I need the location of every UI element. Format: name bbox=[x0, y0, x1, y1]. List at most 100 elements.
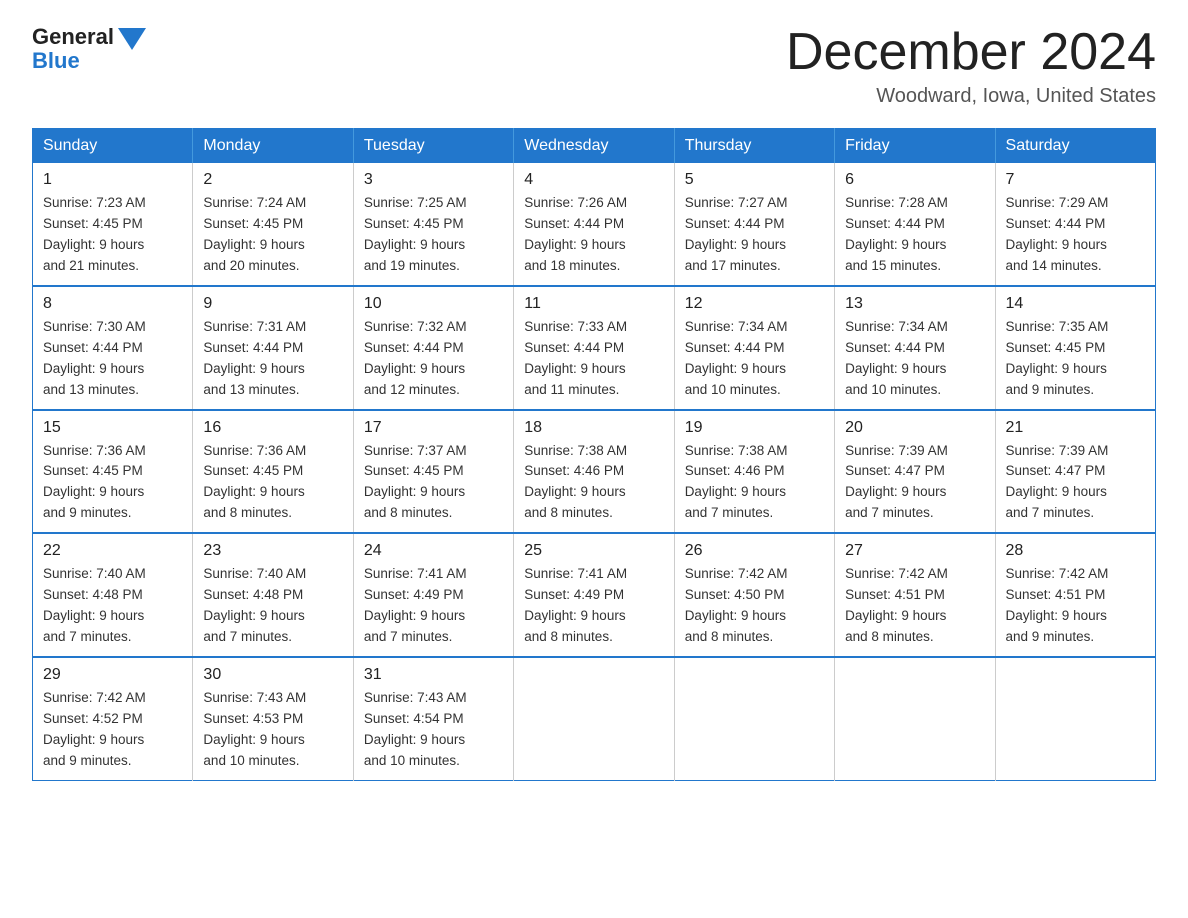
day-number: 25 bbox=[524, 542, 663, 560]
calendar-header-row: SundayMondayTuesdayWednesdayThursdayFrid… bbox=[33, 129, 1156, 164]
calendar-cell: 15 Sunrise: 7:36 AMSunset: 4:45 PMDayligh… bbox=[33, 410, 193, 534]
day-info: Sunrise: 7:27 AMSunset: 4:44 PMDaylight:… bbox=[685, 195, 788, 273]
day-number: 4 bbox=[524, 171, 663, 189]
calendar-cell: 16 Sunrise: 7:36 AMSunset: 4:45 PMDayligh… bbox=[193, 410, 353, 534]
day-info: Sunrise: 7:40 AMSunset: 4:48 PMDaylight:… bbox=[203, 566, 306, 644]
day-number: 2 bbox=[203, 171, 342, 189]
day-info: Sunrise: 7:41 AMSunset: 4:49 PMDaylight:… bbox=[364, 566, 467, 644]
calendar-week-row: 29 Sunrise: 7:42 AMSunset: 4:52 PMDayligh… bbox=[33, 657, 1156, 780]
day-info: Sunrise: 7:24 AMSunset: 4:45 PMDaylight:… bbox=[203, 195, 306, 273]
day-info: Sunrise: 7:39 AMSunset: 4:47 PMDaylight:… bbox=[845, 443, 948, 521]
calendar-cell: 23 Sunrise: 7:40 AMSunset: 4:48 PMDayligh… bbox=[193, 533, 353, 657]
logo-triangle-icon bbox=[118, 28, 146, 50]
day-info: Sunrise: 7:31 AMSunset: 4:44 PMDaylight:… bbox=[203, 319, 306, 397]
calendar-cell: 25Sunrise: 7:41 AMSunset: 4:49 PMDayligh… bbox=[514, 533, 674, 657]
calendar-cell: 12Sunrise: 7:34 AMSunset: 4:44 PMDayligh… bbox=[674, 286, 834, 410]
calendar-cell bbox=[514, 657, 674, 780]
col-header-friday: Friday bbox=[835, 129, 995, 164]
day-number: 22 bbox=[43, 542, 182, 560]
day-info: Sunrise: 7:42 AMSunset: 4:51 PMDaylight:… bbox=[1006, 566, 1109, 644]
logo-blue-text: Blue bbox=[32, 48, 80, 74]
day-number: 5 bbox=[685, 171, 824, 189]
col-header-thursday: Thursday bbox=[674, 129, 834, 164]
day-info: Sunrise: 7:37 AMSunset: 4:45 PMDaylight:… bbox=[364, 443, 467, 521]
day-info: Sunrise: 7:42 AMSunset: 4:51 PMDaylight:… bbox=[845, 566, 948, 644]
day-number: 31 bbox=[364, 666, 503, 684]
day-number: 10 bbox=[364, 295, 503, 313]
calendar-cell: 18Sunrise: 7:38 AMSunset: 4:46 PMDayligh… bbox=[514, 410, 674, 534]
month-title: December 2024 bbox=[786, 24, 1156, 81]
calendar-cell: 24Sunrise: 7:41 AMSunset: 4:49 PMDayligh… bbox=[353, 533, 513, 657]
calendar-cell: 4Sunrise: 7:26 AMSunset: 4:44 PMDaylight… bbox=[514, 163, 674, 286]
day-number: 17 bbox=[364, 419, 503, 437]
calendar-week-row: 1Sunrise: 7:23 AMSunset: 4:45 PMDaylight… bbox=[33, 163, 1156, 286]
day-info: Sunrise: 7:33 AMSunset: 4:44 PMDaylight:… bbox=[524, 319, 627, 397]
col-header-sunday: Sunday bbox=[33, 129, 193, 164]
calendar-cell: 22 Sunrise: 7:40 AMSunset: 4:48 PMDayligh… bbox=[33, 533, 193, 657]
day-number: 28 bbox=[1006, 542, 1145, 560]
day-number: 11 bbox=[524, 295, 663, 313]
page-header: General Blue December 2024 Woodward, Iow… bbox=[32, 24, 1156, 108]
calendar-cell: 27 Sunrise: 7:42 AMSunset: 4:51 PMDayligh… bbox=[835, 533, 995, 657]
title-block: December 2024 Woodward, Iowa, United Sta… bbox=[786, 24, 1156, 108]
col-header-saturday: Saturday bbox=[995, 129, 1155, 164]
day-info: Sunrise: 7:36 AMSunset: 4:45 PMDaylight:… bbox=[43, 443, 146, 521]
calendar-cell: 7Sunrise: 7:29 AMSunset: 4:44 PMDaylight… bbox=[995, 163, 1155, 286]
day-info: Sunrise: 7:39 AMSunset: 4:47 PMDaylight:… bbox=[1006, 443, 1109, 521]
calendar-cell: 21 Sunrise: 7:39 AMSunset: 4:47 PMDayligh… bbox=[995, 410, 1155, 534]
logo-general-text: General bbox=[32, 24, 114, 50]
day-info: Sunrise: 7:30 AMSunset: 4:44 PMDaylight:… bbox=[43, 319, 146, 397]
day-info: Sunrise: 7:29 AMSunset: 4:44 PMDaylight:… bbox=[1006, 195, 1109, 273]
day-number: 21 bbox=[1006, 419, 1145, 437]
calendar-cell: 11 Sunrise: 7:33 AMSunset: 4:44 PMDayligh… bbox=[514, 286, 674, 410]
day-number: 26 bbox=[685, 542, 824, 560]
day-info: Sunrise: 7:32 AMSunset: 4:44 PMDaylight:… bbox=[364, 319, 467, 397]
calendar-cell: 14 Sunrise: 7:35 AMSunset: 4:45 PMDayligh… bbox=[995, 286, 1155, 410]
day-info: Sunrise: 7:25 AMSunset: 4:45 PMDaylight:… bbox=[364, 195, 467, 273]
day-number: 15 bbox=[43, 419, 182, 437]
calendar-cell: 2 Sunrise: 7:24 AMSunset: 4:45 PMDaylight… bbox=[193, 163, 353, 286]
calendar-cell: 20Sunrise: 7:39 AMSunset: 4:47 PMDayligh… bbox=[835, 410, 995, 534]
day-number: 16 bbox=[203, 419, 342, 437]
day-info: Sunrise: 7:42 AMSunset: 4:52 PMDaylight:… bbox=[43, 690, 146, 768]
calendar-cell: 9 Sunrise: 7:31 AMSunset: 4:44 PMDaylight… bbox=[193, 286, 353, 410]
calendar-cell: 13Sunrise: 7:34 AMSunset: 4:44 PMDayligh… bbox=[835, 286, 995, 410]
day-number: 19 bbox=[685, 419, 824, 437]
day-info: Sunrise: 7:35 AMSunset: 4:45 PMDaylight:… bbox=[1006, 319, 1109, 397]
calendar-cell bbox=[835, 657, 995, 780]
day-number: 29 bbox=[43, 666, 182, 684]
col-header-tuesday: Tuesday bbox=[353, 129, 513, 164]
day-info: Sunrise: 7:36 AMSunset: 4:45 PMDaylight:… bbox=[203, 443, 306, 521]
day-number: 6 bbox=[845, 171, 984, 189]
calendar-week-row: 22 Sunrise: 7:40 AMSunset: 4:48 PMDayligh… bbox=[33, 533, 1156, 657]
calendar-cell bbox=[995, 657, 1155, 780]
day-number: 30 bbox=[203, 666, 342, 684]
day-number: 9 bbox=[203, 295, 342, 313]
day-info: Sunrise: 7:28 AMSunset: 4:44 PMDaylight:… bbox=[845, 195, 948, 273]
day-info: Sunrise: 7:34 AMSunset: 4:44 PMDaylight:… bbox=[845, 319, 948, 397]
location-label: Woodward, Iowa, United States bbox=[786, 85, 1156, 108]
calendar-cell: 5 Sunrise: 7:27 AMSunset: 4:44 PMDaylight… bbox=[674, 163, 834, 286]
day-info: Sunrise: 7:38 AMSunset: 4:46 PMDaylight:… bbox=[685, 443, 788, 521]
calendar-cell: 30Sunrise: 7:43 AMSunset: 4:53 PMDayligh… bbox=[193, 657, 353, 780]
calendar-cell: 31Sunrise: 7:43 AMSunset: 4:54 PMDayligh… bbox=[353, 657, 513, 780]
calendar-week-row: 15 Sunrise: 7:36 AMSunset: 4:45 PMDayligh… bbox=[33, 410, 1156, 534]
day-number: 27 bbox=[845, 542, 984, 560]
day-number: 14 bbox=[1006, 295, 1145, 313]
logo: General Blue bbox=[32, 24, 146, 74]
calendar-week-row: 8 Sunrise: 7:30 AMSunset: 4:44 PMDaylight… bbox=[33, 286, 1156, 410]
day-info: Sunrise: 7:40 AMSunset: 4:48 PMDaylight:… bbox=[43, 566, 146, 644]
calendar-cell: 6 Sunrise: 7:28 AMSunset: 4:44 PMDaylight… bbox=[835, 163, 995, 286]
calendar-cell: 26 Sunrise: 7:42 AMSunset: 4:50 PMDayligh… bbox=[674, 533, 834, 657]
calendar-cell: 3 Sunrise: 7:25 AMSunset: 4:45 PMDaylight… bbox=[353, 163, 513, 286]
calendar-cell bbox=[674, 657, 834, 780]
calendar-cell: 29 Sunrise: 7:42 AMSunset: 4:52 PMDayligh… bbox=[33, 657, 193, 780]
calendar-table: SundayMondayTuesdayWednesdayThursdayFrid… bbox=[32, 128, 1156, 780]
day-number: 23 bbox=[203, 542, 342, 560]
day-info: Sunrise: 7:42 AMSunset: 4:50 PMDaylight:… bbox=[685, 566, 788, 644]
calendar-cell: 28 Sunrise: 7:42 AMSunset: 4:51 PMDayligh… bbox=[995, 533, 1155, 657]
col-header-wednesday: Wednesday bbox=[514, 129, 674, 164]
calendar-cell: 10 Sunrise: 7:32 AMSunset: 4:44 PMDayligh… bbox=[353, 286, 513, 410]
day-number: 8 bbox=[43, 295, 182, 313]
day-number: 3 bbox=[364, 171, 503, 189]
